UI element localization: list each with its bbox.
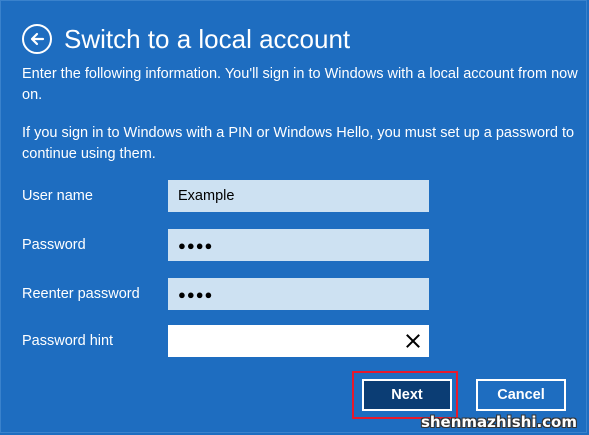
- dialog-header: Switch to a local account: [22, 22, 350, 56]
- clear-hint-button[interactable]: [397, 325, 429, 357]
- close-icon: [406, 334, 420, 348]
- watermark: shenmazhishi.com: [420, 413, 577, 431]
- username-label: User name: [22, 188, 93, 204]
- password-mask: ●●●●: [178, 237, 214, 253]
- password-hint-label: Password hint: [22, 333, 114, 349]
- password-hint-input[interactable]: [178, 325, 397, 357]
- password-hint-row: Password hint: [22, 325, 432, 357]
- username-row: User name Example: [22, 180, 432, 212]
- back-arrow-icon: [30, 32, 45, 46]
- username-field[interactable]: Example: [168, 180, 429, 212]
- back-button[interactable]: [22, 24, 52, 54]
- pin-note-text: If you sign in to Windows with a PIN or …: [22, 125, 575, 162]
- reenter-password-field[interactable]: ●●●●: [168, 278, 429, 310]
- password-hint-field[interactable]: [168, 325, 429, 357]
- page-title: Switch to a local account: [64, 24, 351, 54]
- password-row: Password ●●●●: [22, 229, 432, 261]
- reenter-password-label: Reenter password: [22, 286, 140, 302]
- reenter-password-mask: ●●●●: [178, 286, 214, 302]
- cancel-button[interactable]: Cancel: [476, 379, 566, 411]
- password-field[interactable]: ●●●●: [168, 229, 429, 261]
- username-value: Example: [178, 188, 235, 204]
- reenter-password-row: Reenter password ●●●●: [22, 278, 432, 310]
- intro-text: Enter the following information. You'll …: [22, 66, 578, 103]
- password-label: Password: [22, 237, 86, 253]
- next-button[interactable]: Next: [362, 379, 452, 411]
